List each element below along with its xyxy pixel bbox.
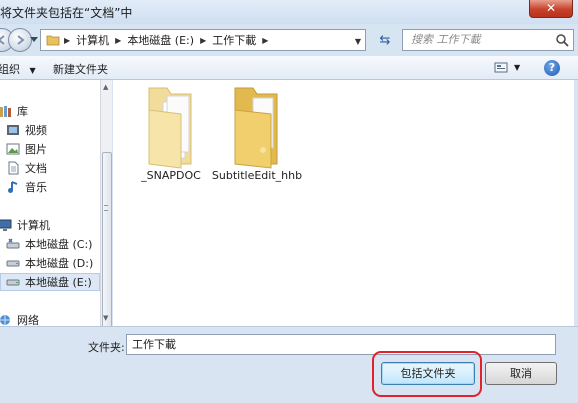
navigation-bar: ▶ 计算机 ▶ 本地磁盘 (E:) ▶ 工作下載 ▶ ▼ ⇆ 搜索 工作下載 — [0, 24, 578, 56]
nav-item-label: 本地磁盘 (C:) — [25, 238, 93, 251]
nav-item-documents[interactable]: 文档 — [6, 159, 47, 177]
nav-item-music[interactable]: 音乐 — [6, 178, 47, 196]
file-list: _SNAPDOC SubtitleEdit_hhb — [113, 80, 578, 326]
nav-item-label: 本地磁盘 (E:) — [25, 276, 92, 289]
folder-icon — [148, 87, 192, 169]
drive-icon — [6, 260, 20, 267]
dialog-footer: 文件夹: 工作下載 包括文件夹 取消 — [0, 326, 578, 403]
nav-item-label: 视频 — [25, 124, 47, 137]
nav-item-label: 图片 — [25, 143, 47, 156]
help-button[interactable]: ? — [544, 60, 560, 76]
picture-icon — [6, 143, 20, 155]
command-toolbar: 组织 ▼ 新建文件夹 ▼ ? — [0, 56, 578, 80]
scroll-down-icon[interactable]: ▼ — [103, 314, 108, 322]
drive-icon — [6, 238, 20, 249]
chevron-down-icon: ▼ — [29, 66, 36, 75]
nav-item-label: 计算机 — [17, 219, 50, 232]
breadcrumb-separator[interactable]: ▶ — [260, 36, 270, 45]
window-title: 将文件夹包括在“文档”中 — [0, 6, 133, 20]
nav-item-label: 音乐 — [25, 181, 47, 194]
view-dropdown-icon: ▼ — [514, 63, 521, 72]
breadcrumb-separator: ▶ — [64, 35, 71, 45]
refresh-button[interactable]: ⇆ — [372, 29, 398, 51]
breadcrumb-drive-e[interactable]: 本地磁盘 (E:) — [123, 32, 198, 48]
scrollbar-grip — [104, 205, 108, 211]
nav-item-label: 网络 — [17, 314, 39, 326]
refresh-icon: ⇆ — [379, 32, 391, 48]
breadcrumb-separator[interactable]: ▶ — [113, 36, 123, 45]
nav-item-drive-e[interactable]: 本地磁盘 (E:) — [0, 273, 100, 291]
search-input[interactable]: 搜索 工作下載 — [402, 29, 574, 51]
search-placeholder: 搜索 工作下載 — [411, 33, 481, 46]
organize-label: 组织 — [0, 63, 20, 76]
document-icon — [8, 161, 19, 175]
nav-item-computer[interactable]: 计算机 — [0, 216, 50, 234]
nav-item-videos[interactable]: 视频 — [6, 121, 47, 139]
history-dropdown-icon[interactable] — [30, 37, 38, 43]
new-folder-button[interactable]: 新建文件夹 — [53, 61, 108, 77]
folder-label: 文件夹: — [88, 341, 125, 354]
network-icon — [0, 315, 10, 325]
nav-item-drive-d[interactable]: 本地磁盘 (D:) — [6, 254, 93, 272]
music-icon — [8, 181, 18, 193]
search-icon[interactable] — [555, 33, 569, 47]
breadcrumb-work-download[interactable]: 工作下載 — [208, 32, 260, 48]
address-dropdown-icon[interactable]: ▼ — [355, 37, 361, 46]
breadcrumb-computer[interactable]: 计算机 — [72, 32, 113, 48]
back-arrow-icon — [0, 35, 5, 45]
file-name: _SNAPDOC — [141, 169, 201, 182]
view-options-button[interactable]: ▼ — [494, 60, 520, 77]
nav-item-pictures[interactable]: 图片 — [6, 140, 47, 158]
file-name: SubtitleEdit_hhb — [211, 169, 303, 182]
nav-item-network[interactable]: 网络 — [0, 311, 39, 326]
folder-field[interactable]: 工作下載 — [126, 334, 556, 355]
view-icon — [494, 62, 508, 73]
nav-scrollbar[interactable]: ▲ ▼ — [100, 80, 112, 350]
cancel-button[interactable]: 取消 — [485, 362, 557, 385]
forward-arrow-icon — [17, 35, 25, 45]
nav-item-label: 库 — [17, 105, 28, 118]
nav-item-label: 文档 — [25, 162, 47, 175]
drive-icon — [6, 279, 20, 286]
title-bar: 将文件夹包括在“文档”中 ✕ — [0, 0, 578, 24]
folder-icon — [46, 35, 60, 46]
nav-item-label: 本地磁盘 (D:) — [25, 257, 94, 270]
organize-button[interactable]: 组织 ▼ — [0, 61, 36, 77]
folder-icon — [234, 87, 278, 169]
navigation-pane: 库 视频 图片 文档 音乐 计算机 本地磁盘 (C:) 本地磁盘 (D:) 本地… — [0, 80, 100, 326]
library-icon — [0, 106, 11, 117]
nav-item-library[interactable]: 库 — [0, 102, 28, 120]
close-button[interactable]: ✕ — [529, 0, 573, 18]
breadcrumb-separator[interactable]: ▶ — [198, 36, 208, 45]
computer-icon — [0, 219, 12, 231]
video-icon — [7, 125, 19, 135]
forward-button[interactable] — [8, 28, 32, 52]
scroll-up-icon[interactable]: ▲ — [103, 83, 108, 91]
window-edge — [574, 80, 578, 326]
address-bar[interactable]: ▶ 计算机 ▶ 本地磁盘 (E:) ▶ 工作下載 ▶ ▼ — [40, 29, 366, 51]
highlight-annotation — [372, 351, 482, 397]
nav-item-drive-c[interactable]: 本地磁盘 (C:) — [6, 235, 92, 253]
